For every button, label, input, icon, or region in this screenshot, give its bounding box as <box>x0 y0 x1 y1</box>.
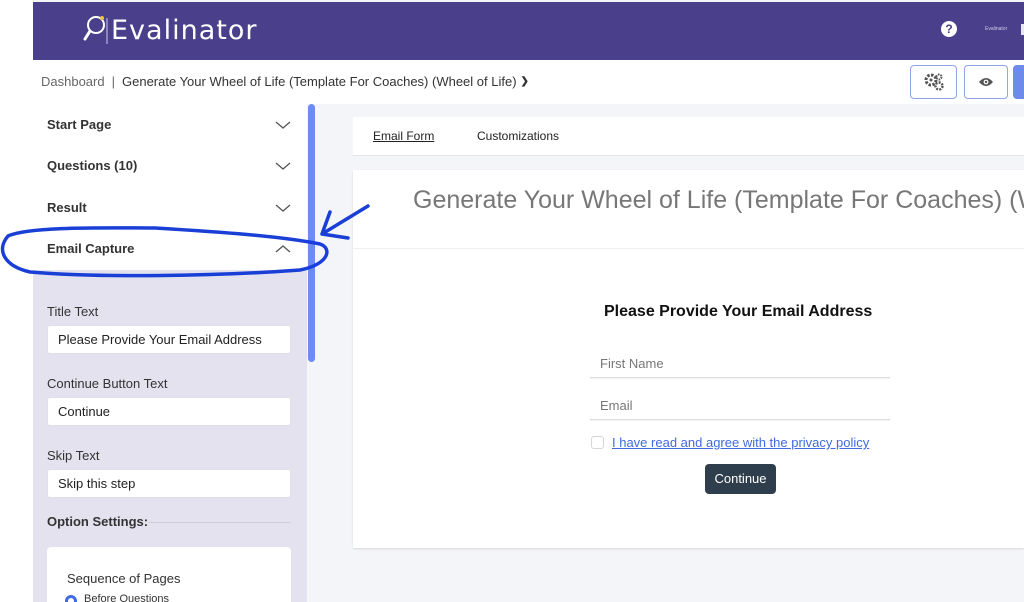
accordion-label: Questions (10) <box>47 158 138 173</box>
builder-sidebar: Start Page Questions (10) Result Email C… <box>33 104 307 602</box>
email-field[interactable]: Email <box>590 392 890 420</box>
option-settings-divider <box>149 522 291 523</box>
chevron-down-icon <box>275 121 291 129</box>
first-name-field[interactable]: First Name <box>590 350 890 378</box>
accordion-email-capture[interactable]: Email Capture <box>33 228 307 269</box>
publish-button[interactable] <box>1013 65 1024 99</box>
continue-button-text-input[interactable]: Continue <box>47 397 291 426</box>
settings-button[interactable] <box>910 65 957 99</box>
preview-tabs: Email Form Customizations <box>353 117 1024 156</box>
accordion-label: Start Page <box>47 117 112 132</box>
sequence-of-pages-label: Sequence of Pages <box>67 571 181 586</box>
radio-before-questions[interactable] <box>65 595 77 602</box>
radio-before-questions-label: Before Questions <box>84 593 169 602</box>
breadcrumb: Dashboard | Generate Your Wheel of Life … <box>41 74 529 89</box>
tab-email-form[interactable]: Email Form <box>373 129 434 143</box>
breadcrumb-current[interactable]: Generate Your Wheel of Life (Template Fo… <box>122 74 517 89</box>
question-circle-icon[interactable]: ? <box>941 21 957 37</box>
accordion-label: Email Capture <box>47 241 135 256</box>
logo[interactable]: Evalinator <box>83 14 257 46</box>
magnifier-logo-icon <box>83 16 108 44</box>
privacy-policy-link[interactable]: I have read and agree with the privacy p… <box>612 435 869 450</box>
quiz-title: Generate Your Wheel of Life (Template Fo… <box>413 186 1024 214</box>
accordion-questions[interactable]: Questions (10) <box>33 145 307 186</box>
continue-button[interactable]: Continue <box>705 464 776 494</box>
skip-text-input[interactable]: Skip this step <box>47 469 291 498</box>
preview-divider <box>353 248 1024 249</box>
chevron-down-icon <box>275 162 291 170</box>
preview-button[interactable] <box>964 65 1008 99</box>
privacy-checkbox[interactable] <box>591 436 604 449</box>
accordion-start-page[interactable]: Start Page <box>33 104 307 145</box>
app-name: Evalinator <box>111 14 258 46</box>
email-form-preview: Generate Your Wheel of Life (Template Fo… <box>353 170 1024 548</box>
sequence-of-pages-card: Sequence of Pages Before Questions <box>47 547 291 602</box>
breadcrumb-dashboard-link[interactable]: Dashboard <box>41 74 105 89</box>
skip-text-label: Skip Text <box>47 448 100 463</box>
accordion-label: Result <box>47 200 87 215</box>
accordion-result[interactable]: Result <box>33 187 307 228</box>
chevron-down-icon[interactable]: ❯ <box>521 76 529 87</box>
app-page: Evalinator ? Evalinator Dashboard | Gene… <box>33 0 1024 602</box>
sidebar-scrollbar-thumb[interactable] <box>308 104 315 362</box>
gears-icon <box>924 73 944 91</box>
option-settings-label: Option Settings: <box>47 514 149 529</box>
user-label[interactable]: Evalinator <box>985 26 1007 32</box>
title-text-input[interactable]: Please Provide Your Email Address <box>47 325 291 354</box>
sub-header: Dashboard | Generate Your Wheel of Life … <box>33 60 1024 104</box>
chevron-down-icon <box>275 204 291 212</box>
tab-customizations[interactable]: Customizations <box>477 129 559 143</box>
eye-icon <box>979 78 993 86</box>
top-navbar: Evalinator ? Evalinator <box>33 2 1024 60</box>
chevron-up-icon <box>275 244 291 252</box>
email-form-title: Please Provide Your Email Address <box>604 303 873 320</box>
continue-button-text-label: Continue Button Text <box>47 376 168 391</box>
breadcrumb-separator: | <box>111 74 115 89</box>
title-text-label: Title Text <box>47 304 99 319</box>
